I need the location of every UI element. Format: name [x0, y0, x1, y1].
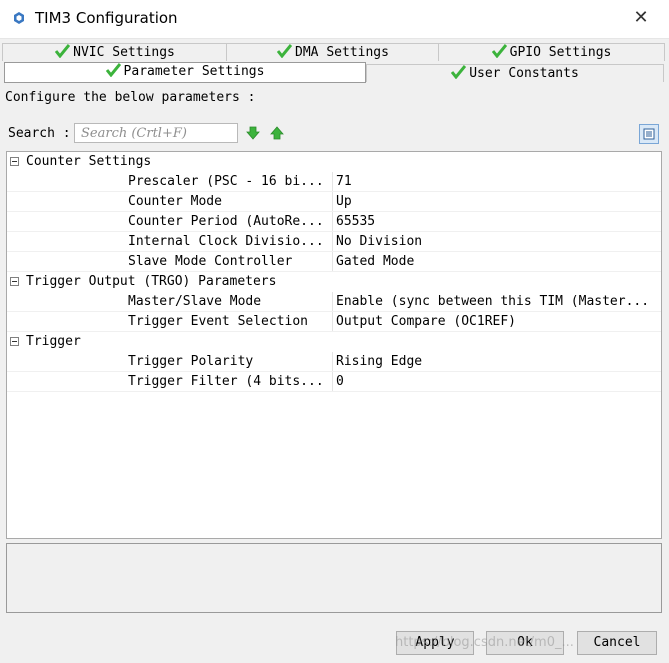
param-name: Slave Mode Controller [128, 254, 293, 269]
param-value[interactable]: 65535 [332, 212, 666, 231]
collapse-icon[interactable] [10, 157, 19, 166]
group-label: Trigger Output (TRGO) Parameters [26, 274, 277, 289]
tab-label: DMA Settings [295, 45, 389, 60]
tab-row-1: NVIC Settings DMA Settings GPIO Settings [2, 43, 665, 61]
param-row[interactable]: Counter Mode Up [7, 192, 661, 212]
group-trigger-output[interactable]: Trigger Output (TRGO) Parameters [7, 272, 661, 292]
check-icon [491, 44, 507, 58]
list-icon [643, 128, 655, 140]
param-row[interactable]: Slave Mode Controller Gated Mode [7, 252, 661, 272]
group-label: Counter Settings [26, 154, 152, 169]
param-value[interactable]: Up [332, 192, 666, 211]
param-row[interactable]: Counter Period (AutoRe... 65535 [7, 212, 661, 232]
tab-label: User Constants [469, 66, 579, 81]
collapse-icon[interactable] [10, 277, 19, 286]
param-row[interactable]: Internal Clock Divisio... No Division [7, 232, 661, 252]
param-value[interactable]: Output Compare (OC1REF) [332, 312, 666, 331]
tab-label: NVIC Settings [73, 45, 175, 60]
check-icon [451, 65, 467, 79]
ok-button[interactable]: Ok [486, 631, 564, 655]
tab-gpio-settings[interactable]: GPIO Settings [438, 43, 665, 61]
param-value[interactable]: 0 [332, 372, 666, 391]
arrow-down-icon[interactable] [246, 126, 260, 140]
intro-text: Configure the below parameters : [5, 90, 256, 105]
arrow-up-icon[interactable] [270, 126, 284, 140]
param-value[interactable]: Gated Mode [332, 252, 666, 271]
param-value[interactable]: No Division [332, 232, 666, 251]
parameter-tree: Counter Settings Prescaler (PSC - 16 bi.… [6, 151, 662, 539]
param-row[interactable]: Trigger Polarity Rising Edge [7, 352, 661, 372]
cancel-button[interactable]: Cancel [577, 631, 657, 655]
param-row[interactable]: Master/Slave Mode Enable (sync between th… [7, 292, 661, 312]
param-name: Internal Clock Divisio... [128, 234, 324, 249]
param-value[interactable]: Rising Edge [332, 352, 666, 371]
param-name: Counter Mode [128, 194, 222, 209]
search-label: Search : [8, 126, 71, 141]
tab-label: Parameter Settings [123, 64, 265, 79]
check-icon [105, 63, 121, 77]
param-name: Counter Period (AutoRe... [128, 214, 324, 229]
param-value[interactable]: 71 [332, 172, 666, 191]
list-view-button[interactable] [639, 124, 659, 144]
param-row[interactable]: Trigger Event Selection Output Compare (O… [7, 312, 661, 332]
param-name: Prescaler (PSC - 16 bi... [128, 174, 324, 189]
collapse-icon[interactable] [10, 337, 19, 346]
check-icon [277, 44, 293, 58]
param-name: Master/Slave Mode [128, 294, 262, 309]
tab-label: GPIO Settings [509, 45, 612, 60]
description-panel [6, 543, 662, 613]
param-name: Trigger Filter (4 bits... [128, 374, 324, 389]
tab-dma-settings[interactable]: DMA Settings [226, 43, 440, 61]
param-name: Trigger Event Selection [128, 314, 309, 329]
title-bar: TIM3 Configuration ✕ [0, 0, 669, 39]
search-input[interactable]: Search (Crtl+F) [74, 123, 238, 143]
tab-row-2: Parameter Settings User Constants [2, 62, 665, 83]
group-label: Trigger [26, 334, 81, 349]
tab-nvic-settings[interactable]: NVIC Settings [2, 43, 228, 61]
param-row[interactable]: Prescaler (PSC - 16 bi... 71 [7, 172, 661, 192]
tab-parameter-settings[interactable]: Parameter Settings [4, 62, 366, 83]
app-icon [14, 12, 24, 24]
window-title: TIM3 Configuration [35, 9, 178, 27]
param-value[interactable]: Enable (sync between this TIM (Master... [332, 292, 666, 311]
group-counter-settings[interactable]: Counter Settings [7, 152, 661, 172]
close-icon[interactable]: ✕ [631, 8, 651, 28]
param-row[interactable]: Trigger Filter (4 bits... 0 [7, 372, 661, 392]
tab-user-constants[interactable]: User Constants [366, 64, 664, 82]
param-name: Trigger Polarity [128, 354, 254, 369]
group-trigger[interactable]: Trigger [7, 332, 661, 352]
apply-button[interactable]: Apply [396, 631, 474, 655]
check-icon [55, 44, 71, 58]
